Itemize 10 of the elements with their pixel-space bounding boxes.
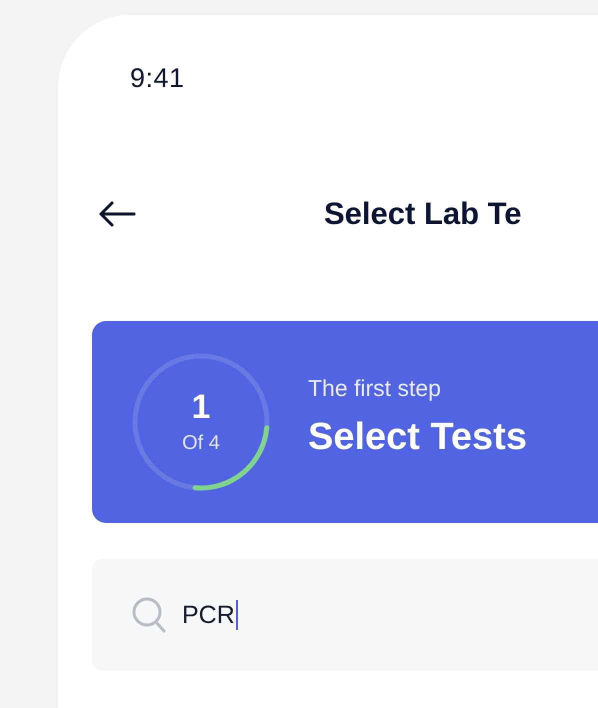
screen-title: Select Lab Te bbox=[324, 196, 522, 232]
step-caption: The first step bbox=[308, 375, 442, 402]
search-icon bbox=[132, 596, 168, 634]
step-title: Select Tests bbox=[308, 416, 527, 459]
search-field[interactable]: PCR bbox=[92, 559, 598, 671]
step-total: Of 4 bbox=[182, 432, 220, 456]
search-text: PCR bbox=[182, 600, 235, 630]
status-time: 9:41 bbox=[130, 63, 186, 94]
back-arrow-icon[interactable] bbox=[98, 201, 136, 227]
step-number: 1 bbox=[192, 388, 210, 426]
